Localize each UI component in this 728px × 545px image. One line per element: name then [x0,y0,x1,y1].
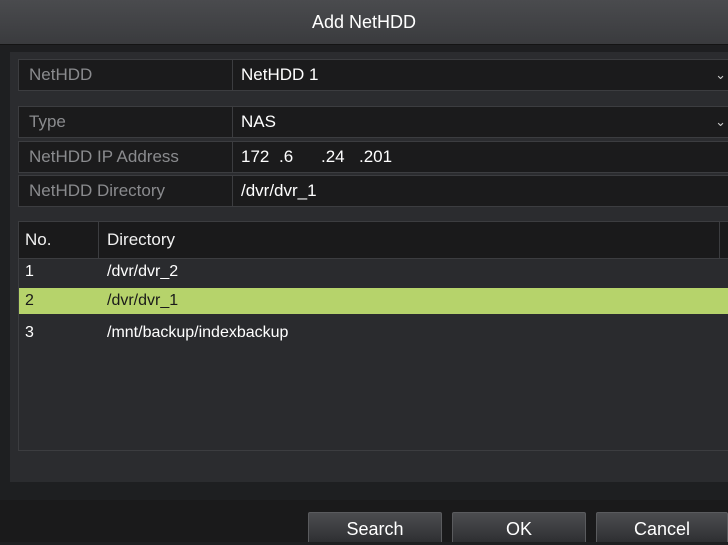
table-row-selected[interactable]: 2 /dvr/dvr_1 [19,288,728,314]
nethdd-label: NetHDD [19,60,233,90]
chevron-down-icon[interactable]: ⌄ [715,107,726,137]
ok-button[interactable]: OK [452,512,586,542]
row-directory: /mnt/backup/indexbackup [107,324,289,341]
column-header-directory[interactable]: Directory [99,222,720,258]
table-header: No. Directory [19,222,728,259]
ip-address-label: NetHDD IP Address [19,142,233,172]
ip-octet-4[interactable]: .201 [359,142,392,172]
ip-octet-3[interactable]: .24 [321,142,359,172]
column-header-no[interactable]: No. [19,222,99,258]
row-number: 2 [25,292,34,309]
nethdd-value[interactable]: NetHDD 1 [233,60,728,90]
cancel-button[interactable]: Cancel [596,512,728,542]
ip-address-field[interactable]: NetHDD IP Address 172.6.24.201 [18,141,728,173]
ip-address-input[interactable]: 172.6.24.201 [233,142,728,172]
row-directory: /dvr/dvr_2 [107,263,179,280]
table-row[interactable]: 1 /dvr/dvr_2 [19,259,728,285]
directory-field[interactable]: NetHDD Directory /dvr/dvr_1 [18,175,728,207]
row-number: 1 [25,263,34,280]
directory-input[interactable]: /dvr/dvr_1 [233,176,728,206]
ip-octet-2[interactable]: .6 [279,142,321,172]
directory-label: NetHDD Directory [19,176,233,206]
directory-table: No. Directory 1 /dvr/dvr_2 2 /dvr/dvr_1 … [18,221,728,451]
row-number: 3 [25,324,34,341]
type-value[interactable]: NAS [233,107,728,137]
type-select[interactable]: Type NAS ⌄ [18,106,728,138]
ip-octet-1[interactable]: 172 [241,142,279,172]
table-row[interactable]: 3 /mnt/backup/indexbackup [19,320,728,346]
nethdd-select[interactable]: NetHDD NetHDD 1 ⌄ [18,59,728,91]
dialog-titlebar: Add NetHDD [0,0,728,45]
dialog-title: Add NetHDD [311,12,417,32]
type-label: Type [19,107,233,137]
chevron-down-icon[interactable]: ⌄ [715,60,726,90]
search-button[interactable]: Search [308,512,442,542]
row-directory: /dvr/dvr_1 [107,292,179,309]
